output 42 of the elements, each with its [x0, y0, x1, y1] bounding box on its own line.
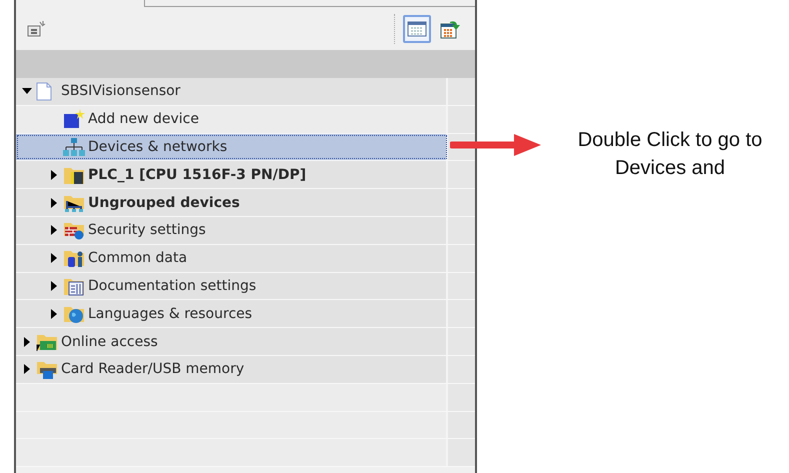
tree-item-label: Languages & resources [88, 306, 252, 322]
tree-item-label: Online access [61, 334, 158, 350]
tree-item[interactable]: Security settings [16, 216, 448, 244]
tree-item[interactable]: Ungrouped devices [16, 189, 448, 216]
table-icon [407, 20, 427, 38]
tree-item[interactable]: Languages & resources [16, 300, 448, 328]
tree-item[interactable]: Online access [16, 328, 448, 355]
tree-item-label: Devices & networks [88, 138, 228, 155]
tree-item[interactable]: PLC_1 [CPU 1516F-3 PN/DP] [16, 161, 448, 188]
tree-item-label: Card Reader/USB memory [61, 361, 244, 378]
expand-arrow-icon[interactable] [49, 170, 59, 180]
folder-card-reader-icon [36, 359, 58, 380]
tree-item-label: SBSIVisionsensor [61, 83, 180, 100]
expand-arrow-icon[interactable] [22, 336, 32, 347]
folder-person-icon [63, 248, 85, 268]
collapse-arrow-icon[interactable] [22, 86, 32, 96]
tree-item-label: PLC_1 [CPU 1516F-3 PN/DP] [88, 166, 306, 183]
tree-item[interactable]: Add new device [16, 106, 448, 133]
expand-arrow-icon[interactable] [49, 198, 59, 208]
tree-item-label: Common data [88, 250, 188, 266]
annotation-text: Double Click to go to Devices and [576, 128, 764, 181]
network-icon [63, 138, 85, 156]
tree-item[interactable]: Common data [16, 244, 448, 272]
expand-arrow-icon[interactable] [49, 253, 59, 264]
tree-item[interactable]: SBSIVisionsensor [16, 78, 448, 105]
tree-item[interactable]: Card Reader/USB memory [16, 356, 448, 383]
new-device-icon [63, 109, 85, 130]
expand-arrow-icon[interactable] [49, 308, 59, 319]
firewall-icon [63, 220, 85, 240]
document-icon [36, 82, 52, 101]
tree-item-label: Add new device [88, 111, 199, 128]
tree-item[interactable]: Documentation settings [16, 272, 448, 300]
tree-item-label: Documentation settings [88, 278, 256, 294]
expand-arrow-icon[interactable] [22, 364, 32, 374]
tree-item[interactable]: Devices & networks [16, 134, 448, 160]
expand-arrow-icon[interactable] [49, 225, 59, 236]
tree-item-label: Security settings [88, 222, 206, 238]
table-view-button[interactable] [403, 15, 431, 43]
tree-item-label: Ungrouped devices [88, 194, 240, 211]
tree-tool-icon[interactable] [26, 20, 46, 38]
table-export-icon [440, 19, 462, 39]
expand-arrow-icon[interactable] [49, 280, 59, 291]
